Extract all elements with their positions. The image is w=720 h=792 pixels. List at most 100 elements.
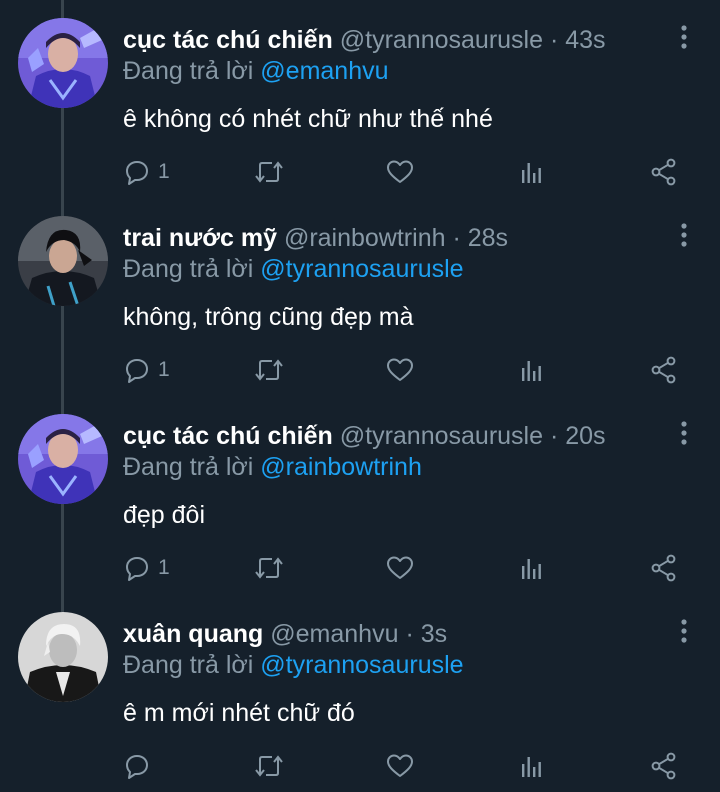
like-button[interactable]: [386, 552, 414, 584]
reply-thread: cục tác chú chiến @tyrannosaurusle · 43s…: [0, 0, 720, 786]
like-icon: [387, 160, 413, 183]
analytics-button[interactable]: [519, 750, 545, 782]
tweet-text: đẹp đôi: [123, 501, 206, 529]
share-button[interactable]: [650, 552, 678, 584]
like-button[interactable]: [386, 156, 414, 188]
user-handle[interactable]: @tyrannosaurusle: [340, 422, 543, 450]
tweet-actions: [0, 750, 720, 782]
reply-button[interactable]: [124, 750, 158, 782]
share-button[interactable]: [650, 750, 678, 782]
tweet-text: không, trông cũng đẹp mà: [123, 303, 414, 331]
timestamp[interactable]: 28s: [468, 224, 508, 252]
avatar[interactable]: [18, 612, 108, 702]
reply-mention-link[interactable]: @tyrannosaurusle: [260, 255, 463, 283]
avatar-image: [18, 18, 108, 108]
analytics-button[interactable]: [519, 552, 545, 584]
more-icon[interactable]: [674, 618, 694, 646]
display-name[interactable]: trai nước mỹ: [123, 224, 277, 252]
timestamp[interactable]: 20s: [565, 422, 605, 450]
tweet[interactable]: trai nước mỹ @rainbowtrinh · 28s Đang tr…: [0, 198, 720, 396]
tweet-header: cục tác chú chiến @tyrannosaurusle · 20s: [123, 421, 606, 451]
tweet-text: ê không có nhét chữ như thế nhé: [123, 105, 493, 133]
share-button[interactable]: [650, 354, 678, 386]
reply-count: 1: [158, 160, 170, 183]
like-button[interactable]: [386, 750, 414, 782]
tweet-text: ê m mới nhét chữ đó: [123, 699, 355, 727]
reply-button[interactable]: 1: [124, 156, 170, 188]
reply-mention-link[interactable]: @emanhvu: [260, 57, 388, 85]
like-button[interactable]: [386, 354, 414, 386]
reply-icon: [126, 755, 148, 779]
retweet-icon: [255, 359, 283, 381]
tweet[interactable]: cục tác chú chiến @tyrannosaurusle · 20s…: [0, 396, 720, 594]
analytics-button[interactable]: [519, 354, 545, 386]
analytics-icon: [522, 559, 541, 579]
share-button[interactable]: [650, 156, 678, 188]
replying-to: Đang trả lời @tyrannosaurusle: [123, 650, 464, 680]
display-name[interactable]: xuân quang: [123, 620, 263, 648]
reply-mention-link[interactable]: @tyrannosaurusle: [260, 651, 463, 679]
more-icon[interactable]: [674, 222, 694, 250]
replying-to: Đang trả lời @tyrannosaurusle: [123, 254, 464, 284]
display-name[interactable]: cục tác chú chiến: [123, 422, 333, 450]
tweet-header: trai nước mỹ @rainbowtrinh · 28s: [123, 223, 508, 253]
like-icon: [387, 556, 413, 579]
reply-icon: [126, 359, 148, 383]
reply-icon: [126, 161, 148, 185]
reply-mention-link[interactable]: @rainbowtrinh: [260, 453, 422, 481]
reply-count: 1: [158, 556, 170, 579]
more-icon[interactable]: [674, 420, 694, 448]
like-icon: [387, 754, 413, 777]
retweet-icon: [255, 755, 283, 777]
analytics-icon: [522, 163, 541, 183]
tweet-header: cục tác chú chiến @tyrannosaurusle · 43s: [123, 25, 606, 55]
reply-icon: [126, 557, 148, 581]
retweet-icon: [255, 161, 283, 183]
tweet-actions: 1: [0, 156, 720, 188]
display-name[interactable]: cục tác chú chiến: [123, 26, 333, 54]
analytics-button[interactable]: [519, 156, 545, 188]
separator-dot: ·: [405, 620, 414, 648]
share-icon: [651, 158, 676, 186]
share-icon: [651, 752, 676, 780]
tweet-header: xuân quang @emanhvu · 3s: [123, 619, 447, 649]
tweet-actions: 1: [0, 552, 720, 584]
retweet-icon: [255, 557, 283, 579]
reply-button[interactable]: 1: [124, 354, 170, 386]
analytics-icon: [522, 757, 541, 777]
retweet-button[interactable]: [254, 552, 284, 584]
user-handle[interactable]: @rainbowtrinh: [284, 224, 446, 252]
replying-to: Đang trả lời @emanhvu: [123, 56, 389, 86]
replying-to-label: Đang trả lời: [123, 57, 254, 85]
avatar[interactable]: [18, 216, 108, 306]
reply-button[interactable]: 1: [124, 552, 170, 584]
more-icon[interactable]: [674, 24, 694, 52]
replying-to-label: Đang trả lời: [123, 255, 254, 283]
reply-count: 1: [158, 358, 170, 381]
retweet-button[interactable]: [254, 750, 284, 782]
tweet-actions: 1: [0, 354, 720, 386]
retweet-button[interactable]: [254, 156, 284, 188]
timestamp[interactable]: 3s: [421, 620, 447, 648]
replying-to: Đang trả lời @rainbowtrinh: [123, 452, 422, 482]
analytics-icon: [522, 361, 541, 381]
share-icon: [651, 554, 676, 582]
avatar-image: [18, 612, 108, 702]
user-handle[interactable]: @emanhvu: [270, 620, 398, 648]
avatar[interactable]: [18, 18, 108, 108]
retweet-button[interactable]: [254, 354, 284, 386]
replying-to-label: Đang trả lời: [123, 651, 254, 679]
replying-to-label: Đang trả lời: [123, 453, 254, 481]
avatar[interactable]: [18, 414, 108, 504]
separator-dot: ·: [452, 224, 461, 252]
user-handle[interactable]: @tyrannosaurusle: [340, 26, 543, 54]
avatar-image: [18, 216, 108, 306]
tweet[interactable]: cục tác chú chiến @tyrannosaurusle · 43s…: [0, 0, 720, 198]
tweet[interactable]: xuân quang @emanhvu · 3s Đang trả lời @t…: [0, 594, 720, 792]
like-icon: [387, 358, 413, 381]
share-icon: [651, 356, 676, 384]
avatar-image: [18, 414, 108, 504]
separator-dot: ·: [549, 422, 559, 450]
timestamp[interactable]: 43s: [565, 26, 605, 54]
separator-dot: ·: [549, 26, 559, 54]
